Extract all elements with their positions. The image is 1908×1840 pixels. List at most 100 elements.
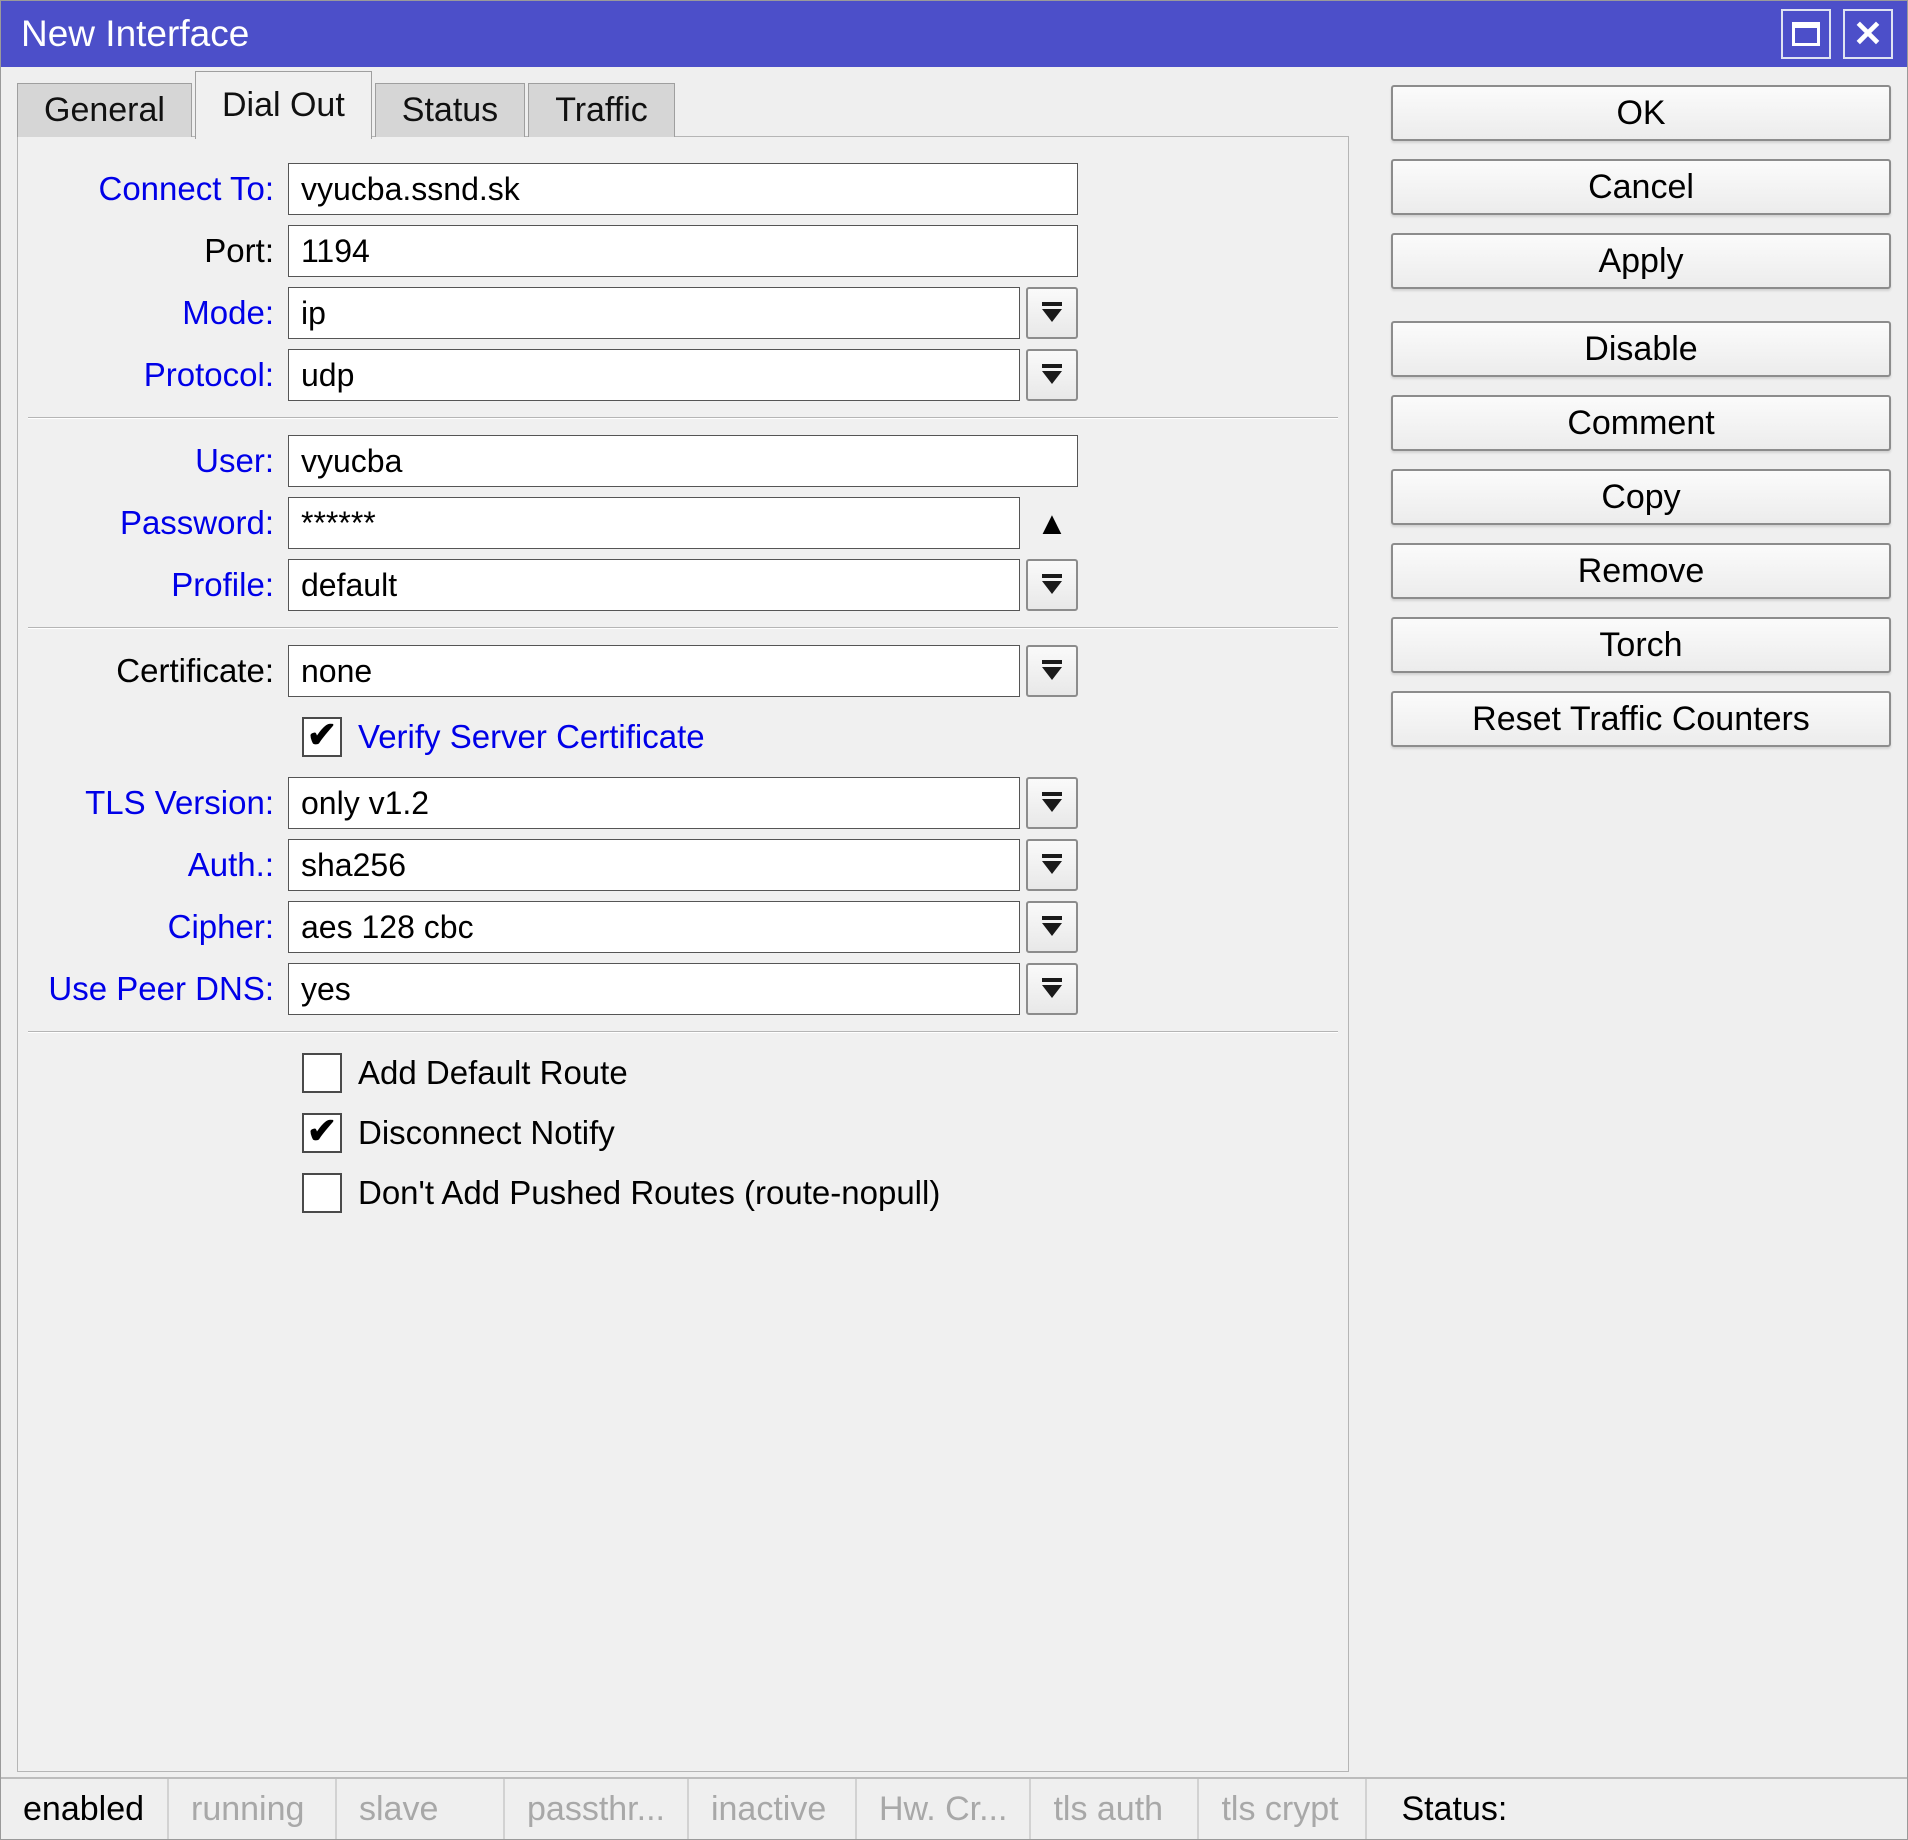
dont-add-pushed-routes-row: ✔ Don't Add Pushed Routes (route-nopull) bbox=[302, 1173, 1348, 1213]
tls-version-row: TLS Version: bbox=[32, 777, 1348, 829]
dont-add-pushed-routes-checkbox[interactable]: ✔ bbox=[302, 1173, 342, 1213]
window-title: New Interface bbox=[21, 13, 1769, 55]
reset-traffic-counters-button[interactable]: Reset Traffic Counters bbox=[1391, 691, 1891, 747]
titlebar[interactable]: New Interface ✕ bbox=[1, 1, 1907, 67]
dropdown-icon bbox=[1039, 299, 1065, 328]
separator bbox=[28, 627, 1338, 629]
use-peer-dns-row: Use Peer DNS: bbox=[32, 963, 1348, 1015]
checkmark-icon: ✔ bbox=[307, 717, 337, 753]
profile-input[interactable] bbox=[288, 559, 1020, 611]
tab-dial-out[interactable]: Dial Out bbox=[195, 71, 372, 139]
certificate-dropdown-button[interactable] bbox=[1026, 645, 1078, 697]
dropdown-icon bbox=[1039, 571, 1065, 600]
apply-button[interactable]: Apply bbox=[1391, 233, 1891, 289]
use-peer-dns-dropdown-button[interactable] bbox=[1026, 963, 1078, 1015]
protocol-input[interactable] bbox=[288, 349, 1020, 401]
use-peer-dns-label: Use Peer DNS: bbox=[32, 970, 288, 1008]
tab-traffic[interactable]: Traffic bbox=[528, 83, 675, 137]
tab-bar: General Dial Out Status Traffic bbox=[1, 67, 1907, 137]
protocol-dropdown-button[interactable] bbox=[1026, 349, 1078, 401]
cipher-row: Cipher: bbox=[32, 901, 1348, 953]
status-label: Status: bbox=[1401, 1779, 1507, 1839]
verify-server-certificate-checkbox[interactable]: ✔ bbox=[302, 717, 342, 757]
tls-version-label: TLS Version: bbox=[32, 784, 288, 822]
dropdown-icon bbox=[1039, 851, 1065, 880]
up-arrow-icon: ▲ bbox=[1036, 505, 1068, 541]
dropdown-icon bbox=[1039, 361, 1065, 390]
auth-label: Auth.: bbox=[32, 846, 288, 884]
add-default-route-checkbox[interactable]: ✔ bbox=[302, 1053, 342, 1093]
password-collapse-button[interactable]: ▲ bbox=[1026, 497, 1078, 549]
mode-row: Mode: bbox=[32, 287, 1348, 339]
cipher-label: Cipher: bbox=[32, 908, 288, 946]
mode-input[interactable] bbox=[288, 287, 1020, 339]
dropdown-icon bbox=[1039, 657, 1065, 686]
separator bbox=[28, 417, 1338, 419]
connect-to-row: Connect To: bbox=[32, 163, 1348, 215]
disconnect-notify-label: Disconnect Notify bbox=[358, 1114, 615, 1152]
add-default-route-row: ✔ Add Default Route bbox=[302, 1053, 1348, 1093]
user-row: User: bbox=[32, 435, 1348, 487]
separator bbox=[28, 1031, 1338, 1033]
dropdown-icon bbox=[1039, 913, 1065, 942]
port-input[interactable] bbox=[288, 225, 1078, 277]
port-label: Port: bbox=[32, 232, 288, 270]
remove-button[interactable]: Remove bbox=[1391, 543, 1891, 599]
torch-button[interactable]: Torch bbox=[1391, 617, 1891, 673]
flag-tls-auth: tls auth bbox=[1031, 1779, 1199, 1839]
mode-dropdown-button[interactable] bbox=[1026, 287, 1078, 339]
new-interface-window: New Interface ✕ General Dial Out Status … bbox=[0, 0, 1908, 1840]
cipher-dropdown-button[interactable] bbox=[1026, 901, 1078, 953]
status-bar: enabled running slave passthr... inactiv… bbox=[1, 1777, 1907, 1839]
protocol-row: Protocol: bbox=[32, 349, 1348, 401]
connect-to-label: Connect To: bbox=[32, 170, 288, 208]
tls-version-input[interactable] bbox=[288, 777, 1020, 829]
profile-row: Profile: bbox=[32, 559, 1348, 611]
disconnect-notify-row: ✔ Disconnect Notify bbox=[302, 1113, 1348, 1153]
mode-label: Mode: bbox=[32, 294, 288, 332]
tab-general[interactable]: General bbox=[17, 83, 192, 137]
profile-dropdown-button[interactable] bbox=[1026, 559, 1078, 611]
tab-status[interactable]: Status bbox=[375, 83, 525, 137]
flag-tls-crypt: tls crypt bbox=[1199, 1779, 1367, 1839]
user-label: User: bbox=[32, 442, 288, 480]
close-button[interactable]: ✕ bbox=[1843, 9, 1893, 59]
certificate-input[interactable] bbox=[288, 645, 1020, 697]
checkmark-icon: ✔ bbox=[307, 1113, 337, 1149]
flag-passthrough: passthr... bbox=[505, 1779, 689, 1839]
profile-label: Profile: bbox=[32, 566, 288, 604]
auth-dropdown-button[interactable] bbox=[1026, 839, 1078, 891]
flag-running: running bbox=[169, 1779, 337, 1839]
verify-server-certificate-label: Verify Server Certificate bbox=[358, 718, 705, 756]
maximize-icon bbox=[1792, 22, 1820, 46]
flag-slave: slave bbox=[337, 1779, 505, 1839]
maximize-button[interactable] bbox=[1781, 9, 1831, 59]
certificate-row: Certificate: bbox=[32, 645, 1348, 697]
protocol-label: Protocol: bbox=[32, 356, 288, 394]
auth-row: Auth.: bbox=[32, 839, 1348, 891]
comment-button[interactable]: Comment bbox=[1391, 395, 1891, 451]
cipher-input[interactable] bbox=[288, 901, 1020, 953]
dont-add-pushed-routes-label: Don't Add Pushed Routes (route-nopull) bbox=[358, 1174, 940, 1212]
password-label: Password: bbox=[32, 504, 288, 542]
connect-to-input[interactable] bbox=[288, 163, 1078, 215]
use-peer-dns-input[interactable] bbox=[288, 963, 1020, 1015]
flag-hw-crypto: Hw. Cr... bbox=[857, 1779, 1031, 1839]
add-default-route-label: Add Default Route bbox=[358, 1054, 628, 1092]
disconnect-notify-checkbox[interactable]: ✔ bbox=[302, 1113, 342, 1153]
flag-enabled: enabled bbox=[1, 1779, 169, 1839]
flag-inactive: inactive bbox=[689, 1779, 857, 1839]
dial-out-panel: Connect To: Port: Mode: Protocol: bbox=[17, 136, 1349, 1772]
copy-button[interactable]: Copy bbox=[1391, 469, 1891, 525]
dropdown-icon bbox=[1039, 789, 1065, 818]
tls-version-dropdown-button[interactable] bbox=[1026, 777, 1078, 829]
auth-input[interactable] bbox=[288, 839, 1020, 891]
disable-button[interactable]: Disable bbox=[1391, 321, 1891, 377]
password-input[interactable] bbox=[288, 497, 1020, 549]
user-input[interactable] bbox=[288, 435, 1078, 487]
close-icon: ✕ bbox=[1853, 16, 1883, 52]
certificate-label: Certificate: bbox=[32, 652, 288, 690]
verify-server-certificate-row: ✔ Verify Server Certificate bbox=[302, 717, 1348, 757]
action-buttons: OK Cancel Apply Disable Comment Copy Rem… bbox=[1391, 85, 1891, 765]
cancel-button[interactable]: Cancel bbox=[1391, 159, 1891, 215]
